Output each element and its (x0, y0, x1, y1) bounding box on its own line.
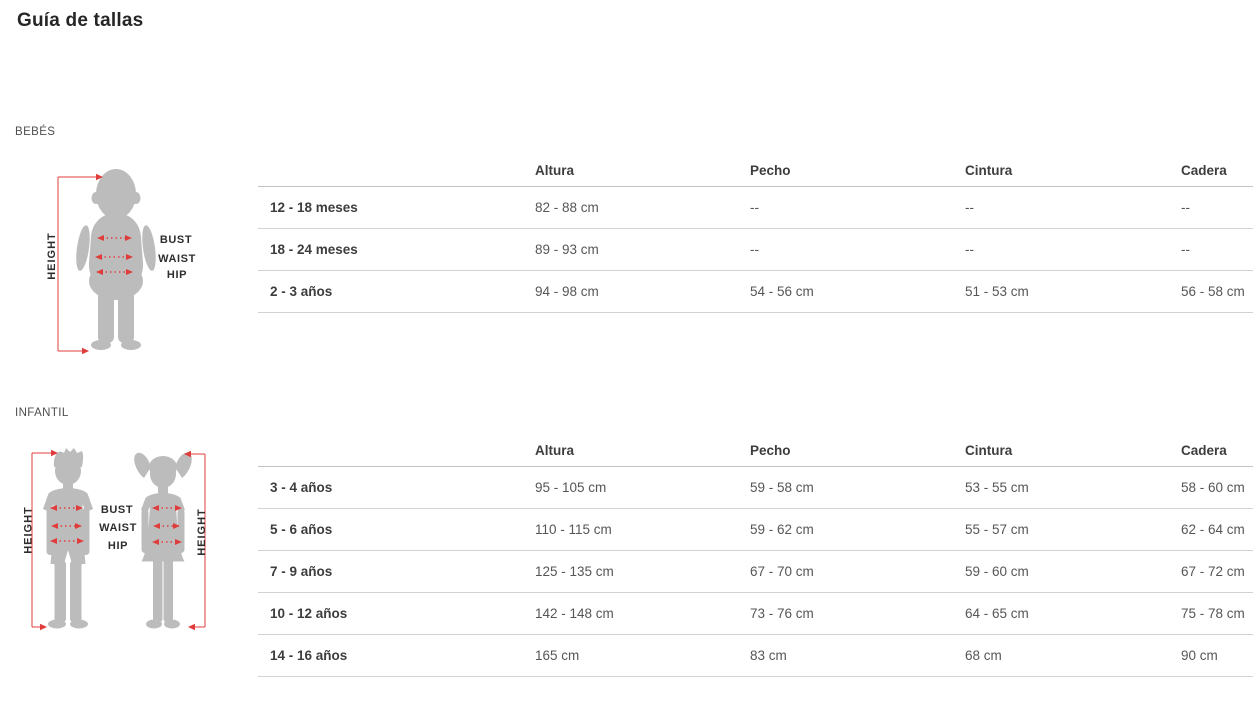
section-body-infantil: HEIGHT HEIGHT BUST WAIST HIP Altura Pech… (15, 438, 1253, 677)
table-row: 2 - 3 años 94 - 98 cm 54 - 56 cm 51 - 53… (258, 271, 1253, 313)
cintura-value: 59 - 60 cm (953, 551, 1169, 593)
section-label-bebes: BEBÉS (15, 126, 1253, 138)
altura-value: 94 - 98 cm (523, 271, 738, 313)
section-bebes: BEBÉS (15, 126, 1253, 358)
baby-measurement-figure: HEIGHT BUST WAIST HIP (15, 163, 230, 358)
pecho-value: 67 - 70 cm (738, 551, 953, 593)
altura-value: 89 - 93 cm (523, 229, 738, 271)
boy-silhouette (43, 448, 93, 629)
cadera-value: 62 - 64 cm (1169, 509, 1253, 551)
size-label: 2 - 3 años (258, 271, 523, 313)
column-header-cintura: Cintura (953, 158, 1169, 187)
pecho-value: 73 - 76 cm (738, 593, 953, 635)
pecho-value: -- (738, 229, 953, 271)
cadera-value: 56 - 58 cm (1169, 271, 1253, 313)
cintura-value: 64 - 65 cm (953, 593, 1169, 635)
table-row: 14 - 16 años 165 cm 83 cm 68 cm 90 cm (258, 635, 1253, 677)
girl-height-label: HEIGHT (196, 508, 208, 556)
table-row: 10 - 12 años 142 - 148 cm 73 - 76 cm 64 … (258, 593, 1253, 635)
altura-value: 125 - 135 cm (523, 551, 738, 593)
altura-value: 95 - 105 cm (523, 467, 738, 509)
boy-height-label: HEIGHT (23, 506, 35, 554)
size-guide-page: Guía de tallas BEBÉS (0, 10, 1253, 720)
cintura-value: 53 - 55 cm (953, 467, 1169, 509)
cintura-value: -- (953, 187, 1169, 229)
infantil-figure-area: HEIGHT HEIGHT BUST WAIST HIP (15, 438, 258, 632)
size-label: 14 - 16 años (258, 635, 523, 677)
cintura-value: 51 - 53 cm (953, 271, 1169, 313)
table-row: 3 - 4 años 95 - 105 cm 59 - 58 cm 53 - 5… (258, 467, 1253, 509)
cadera-value: -- (1169, 229, 1253, 271)
size-table-infantil: Altura Pecho Cintura Cadera 3 - 4 años 9… (258, 438, 1253, 677)
column-header-altura: Altura (523, 158, 738, 187)
size-table-bebes: Altura Pecho Cintura Cadera 12 - 18 mese… (258, 158, 1253, 313)
section-body-bebes: HEIGHT BUST WAIST HIP Altura Pecho Cintu… (15, 158, 1253, 358)
column-header-pecho: Pecho (738, 438, 953, 467)
table-row: 7 - 9 años 125 - 135 cm 67 - 70 cm 59 - … (258, 551, 1253, 593)
altura-value: 142 - 148 cm (523, 593, 738, 635)
cintura-value: 68 cm (953, 635, 1169, 677)
column-header-size (258, 158, 523, 187)
column-header-cintura: Cintura (953, 438, 1169, 467)
hip-label: HIP (167, 269, 187, 281)
pecho-value: 83 cm (738, 635, 953, 677)
baby-silhouette (74, 169, 158, 350)
size-label: 12 - 18 meses (258, 187, 523, 229)
pecho-value: 54 - 56 cm (738, 271, 953, 313)
waist-label: WAIST (158, 253, 196, 265)
column-header-pecho: Pecho (738, 158, 953, 187)
section-label-infantil: INFANTIL (15, 407, 1253, 419)
cadera-value: -- (1169, 187, 1253, 229)
table-header-row: Altura Pecho Cintura Cadera (258, 438, 1253, 467)
column-header-cadera: Cadera (1169, 438, 1253, 467)
size-label: 3 - 4 años (258, 467, 523, 509)
hip-label: HIP (108, 540, 128, 552)
cadera-value: 67 - 72 cm (1169, 551, 1253, 593)
table-row: 12 - 18 meses 82 - 88 cm -- -- -- (258, 187, 1253, 229)
cadera-value: 58 - 60 cm (1169, 467, 1253, 509)
girl-silhouette (134, 453, 192, 629)
table-row: 18 - 24 meses 89 - 93 cm -- -- -- (258, 229, 1253, 271)
size-label: 5 - 6 años (258, 509, 523, 551)
section-infantil: INFANTIL (15, 407, 1253, 677)
bust-label: BUST (101, 504, 133, 516)
pecho-value: 59 - 62 cm (738, 509, 953, 551)
altura-value: 110 - 115 cm (523, 509, 738, 551)
cintura-value: -- (953, 229, 1169, 271)
column-header-cadera: Cadera (1169, 158, 1253, 187)
height-label: HEIGHT (46, 232, 58, 280)
size-label: 7 - 9 años (258, 551, 523, 593)
size-label: 18 - 24 meses (258, 229, 523, 271)
column-header-size (258, 438, 523, 467)
pecho-value: -- (738, 187, 953, 229)
table-row: 5 - 6 años 110 - 115 cm 59 - 62 cm 55 - … (258, 509, 1253, 551)
column-header-altura: Altura (523, 438, 738, 467)
cadera-value: 90 cm (1169, 635, 1253, 677)
size-label: 10 - 12 años (258, 593, 523, 635)
bebes-figure-area: HEIGHT BUST WAIST HIP (15, 158, 258, 358)
pecho-value: 59 - 58 cm (738, 467, 953, 509)
waist-label: WAIST (99, 522, 137, 534)
table-header-row: Altura Pecho Cintura Cadera (258, 158, 1253, 187)
cintura-value: 55 - 57 cm (953, 509, 1169, 551)
bust-label: BUST (160, 234, 192, 246)
cadera-value: 75 - 78 cm (1169, 593, 1253, 635)
altura-value: 82 - 88 cm (523, 187, 738, 229)
children-measurement-figure: HEIGHT HEIGHT BUST WAIST HIP (20, 447, 250, 632)
altura-value: 165 cm (523, 635, 738, 677)
page-title: Guía de tallas (17, 10, 1253, 32)
